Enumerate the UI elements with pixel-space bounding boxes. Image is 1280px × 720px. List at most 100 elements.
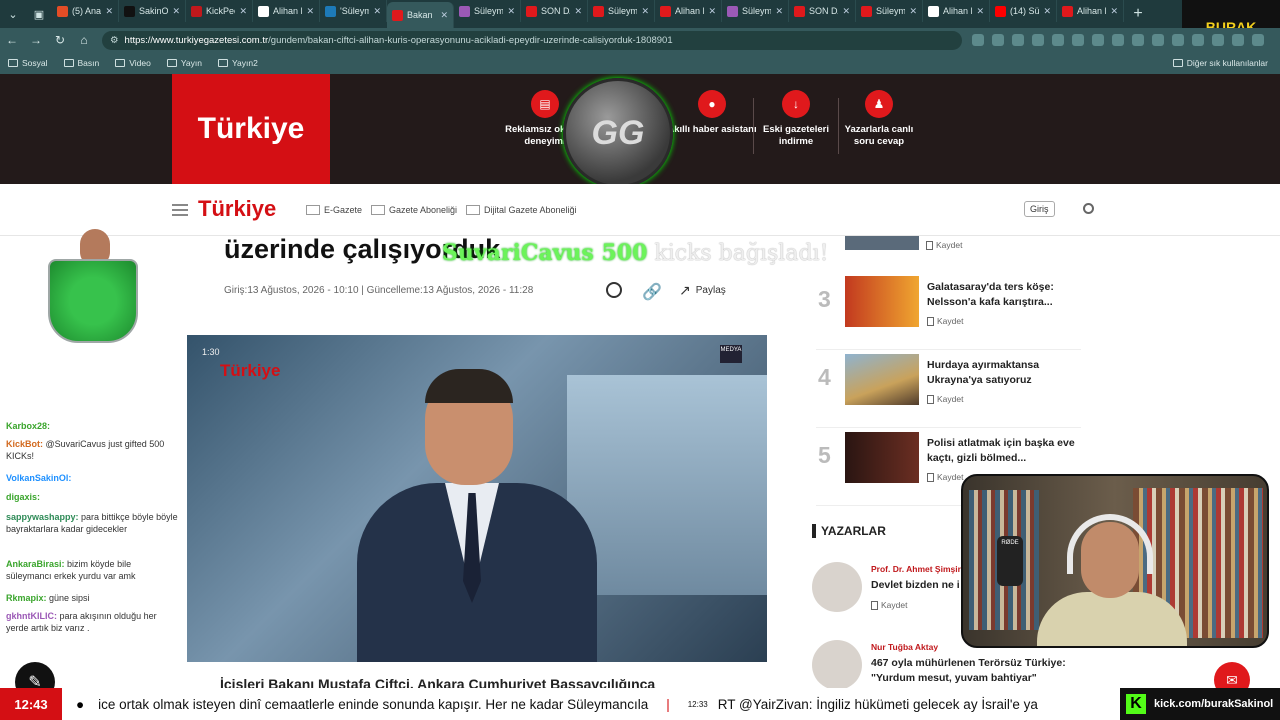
menu-icon[interactable]	[172, 204, 188, 216]
nav-logo[interactable]: Türkiye	[198, 196, 276, 222]
browser-tab[interactable]: 'Süleyma ✕	[320, 0, 387, 22]
split-icon[interactable]	[1172, 34, 1184, 46]
extension-icon[interactable]	[1112, 34, 1124, 46]
save-button[interactable]: Kaydet	[927, 316, 963, 326]
browser-tab[interactable]: KickPeek ✕	[186, 0, 253, 22]
extension-icon[interactable]	[1032, 34, 1044, 46]
most-read-item[interactable]: 3 Galatasaray'da ters köşe: Nelsson'a ka…	[816, 274, 1081, 350]
close-tab-icon[interactable]: ✕	[306, 6, 314, 17]
browser-tab[interactable]: Alihan K ✕	[1057, 0, 1124, 22]
reader-icon[interactable]	[992, 34, 1004, 46]
article-dates: Giriş:13 Ağustos, 2026 - 10:10 | Güncell…	[224, 285, 534, 296]
copy-link-button[interactable]: 🔗	[642, 282, 662, 302]
tab-title: Alihan K	[1077, 6, 1106, 16]
chat-message: sappywashappy: para bittikçe böyle böyle…	[6, 511, 178, 535]
ticker-clock: 12:43	[0, 688, 62, 720]
browser-tab[interactable]: Süleyma✕	[856, 0, 923, 22]
zoom-icon[interactable]	[972, 34, 984, 46]
puzzle-icon[interactable]	[1152, 34, 1164, 46]
address-bar[interactable]: ⚙ https://www.turkiyegazetesi.com.tr/gun…	[102, 30, 962, 50]
bookmark-folder[interactable]: Sosyal	[8, 58, 48, 68]
login-button[interactable]: Giriş	[1024, 201, 1055, 217]
home-button[interactable]: ⌂	[72, 33, 96, 47]
feature-author-qa[interactable]: ♟ Yazarlarla canlı soru cevap	[834, 90, 924, 148]
close-tab-icon[interactable]: ✕	[641, 6, 649, 17]
close-tab-icon[interactable]: ✕	[507, 6, 515, 17]
browser-tab[interactable]: Süleyma✕	[588, 0, 655, 22]
forward-button[interactable]: →	[24, 33, 48, 47]
collections-icon[interactable]	[1212, 34, 1224, 46]
browser-tab[interactable]: (5) Anas✕	[52, 0, 119, 22]
close-tab-icon[interactable]: ✕	[775, 6, 783, 17]
favicon-icon	[392, 9, 403, 21]
reload-button[interactable]: ↻	[48, 33, 72, 47]
site-info-icon[interactable]: ⚙	[110, 35, 119, 46]
profile-avatar[interactable]	[1252, 34, 1264, 46]
close-tab-icon[interactable]: ✕	[574, 6, 582, 17]
nav-subscription[interactable]: Gazete Aboneliği	[371, 205, 457, 215]
new-tab-button[interactable]: +	[1124, 5, 1152, 23]
extension-icon[interactable]	[1052, 34, 1064, 46]
other-bookmarks[interactable]: Diğer sık kullanılanlar	[1172, 58, 1268, 68]
save-button[interactable]: Kaydet	[871, 600, 907, 610]
bookmark-label: Basın	[77, 58, 100, 68]
close-tab-icon[interactable]: ✕	[708, 6, 716, 17]
back-button[interactable]: ←	[0, 33, 24, 47]
close-tab-icon[interactable]: ✕	[976, 6, 984, 17]
download-icon[interactable]	[1232, 34, 1244, 46]
bookmark-folder[interactable]: Yayın2	[217, 58, 258, 68]
extension-icon[interactable]	[1072, 34, 1084, 46]
folder-icon	[115, 59, 126, 67]
star-icon[interactable]	[1012, 34, 1024, 46]
browser-tab[interactable]: Alihan K ✕	[655, 0, 722, 22]
tab-workspace-icon[interactable]: ▣	[26, 0, 52, 28]
close-tab-icon[interactable]: ✕	[1110, 6, 1118, 17]
extension-icon[interactable]	[1132, 34, 1144, 46]
save-button[interactable]: Kaydet	[927, 394, 963, 404]
browser-tab[interactable]: SON DA ✕	[521, 0, 588, 22]
most-read-item[interactable]: 4 Hurdaya ayırmaktansa Ukrayna'ya satıyo…	[816, 352, 1081, 428]
close-tab-icon[interactable]: ✕	[842, 6, 850, 17]
save-label: Kaydet	[937, 394, 964, 404]
chat-username: digaxis:	[6, 492, 41, 502]
close-tab-icon[interactable]: ✕	[239, 6, 247, 17]
favorites-icon[interactable]	[1192, 34, 1204, 46]
share-button[interactable]: ↗ Paylaş	[679, 282, 726, 299]
whatsapp-share-button[interactable]	[606, 282, 622, 298]
tab-list-dropdown[interactable]: ⌄	[0, 0, 26, 28]
save-button[interactable]: Kaydet	[926, 240, 962, 250]
tab-title: SakinOl	[139, 6, 169, 16]
close-tab-icon[interactable]: ✕	[909, 6, 917, 17]
bookmark-folder[interactable]: Video	[115, 58, 151, 68]
site-logo[interactable]: Türkiye	[172, 74, 330, 184]
browser-tab[interactable]: Bakan ✕	[387, 2, 454, 28]
browser-tab[interactable]: Süleyma✕	[722, 0, 789, 22]
browser-tab[interactable]: Süleyma✕	[454, 0, 521, 22]
browser-tab[interactable]: SON DA ✕	[789, 0, 856, 22]
article-video-player[interactable]: 1:30 Türkiye MEDYA	[187, 335, 767, 662]
folder-icon	[8, 59, 18, 67]
nav-digital-subscription[interactable]: Dijital Gazete Aboneliği	[466, 205, 577, 215]
close-tab-icon[interactable]: ✕	[373, 6, 381, 17]
close-tab-icon[interactable]: ✕	[440, 10, 448, 21]
bookmark-folder[interactable]: Yayın	[166, 58, 202, 68]
close-tab-icon[interactable]: ✕	[172, 6, 180, 17]
browser-tab[interactable]: Alihan K ✕	[923, 0, 990, 22]
bullet-icon: ●	[76, 696, 85, 712]
browser-tab[interactable]: Alihan K ✕	[253, 0, 320, 22]
close-tab-icon[interactable]: ✕	[105, 6, 113, 17]
authors-heading: YAZARLAR	[812, 524, 886, 538]
browser-tab[interactable]: (14) Sül ✕	[990, 0, 1057, 22]
feature-label: Eski gazeteleri indirme	[762, 124, 829, 147]
nav-link-label: Dijital Gazete Aboneliği	[484, 205, 577, 215]
search-icon[interactable]	[1083, 203, 1094, 214]
save-button[interactable]: Kaydet	[927, 472, 963, 482]
nav-egazete[interactable]: E-Gazete	[306, 205, 362, 215]
feature-archive-download[interactable]: ↓ Eski gazeteleri indirme	[751, 90, 841, 148]
chat-message: Karbox28:	[6, 420, 178, 432]
close-tab-icon[interactable]: ✕	[1043, 6, 1051, 17]
extension-icon[interactable]	[1092, 34, 1104, 46]
bookmark-folder[interactable]: Basın	[63, 58, 100, 68]
feature-assistant[interactable]: ● Akıllı haber asistanı	[667, 90, 757, 136]
browser-tab[interactable]: SakinOl ✕	[119, 0, 186, 22]
